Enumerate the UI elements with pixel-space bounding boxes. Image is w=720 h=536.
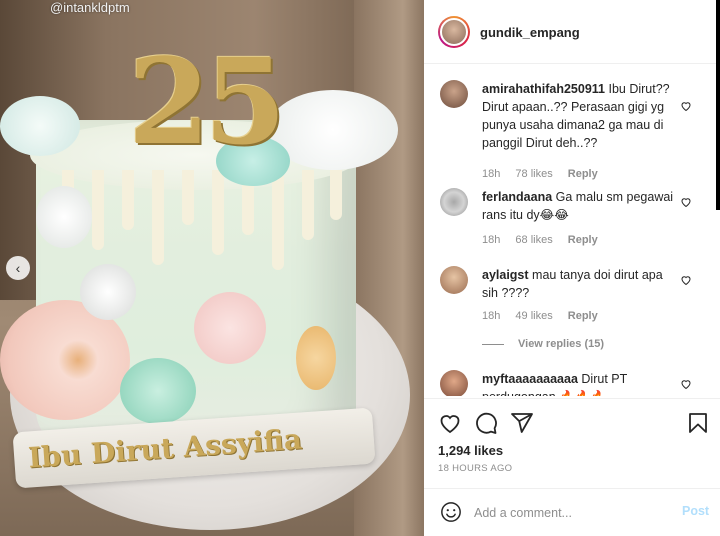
icing-drip bbox=[272, 170, 284, 270]
comment-age: 18h bbox=[482, 234, 501, 246]
bookmark-icon[interactable] bbox=[686, 411, 710, 435]
sugar-flower bbox=[296, 326, 336, 390]
sugar-flower bbox=[120, 358, 196, 424]
commenter-username[interactable]: myftaaaaaaaaaa bbox=[482, 372, 578, 386]
comment-text: amirahathifah250911 Ibu Dirut?? Dirut ap… bbox=[482, 80, 678, 152]
add-comment-bar: Post bbox=[424, 488, 720, 536]
commenter-username[interactable]: ferlandaana bbox=[482, 190, 552, 204]
post-sidebar: gundik_empang amirahathifah250911 Ibu Di… bbox=[424, 0, 720, 536]
view-replies-button[interactable]: View replies (15) bbox=[482, 338, 604, 350]
reply-button[interactable]: Reply bbox=[568, 310, 598, 322]
icing-drip bbox=[122, 170, 134, 230]
post-actions: 1,294 likes 18 HOURS AGO bbox=[424, 398, 720, 488]
icing-drip bbox=[302, 170, 314, 240]
comment-input[interactable] bbox=[474, 503, 654, 523]
icing-drip bbox=[92, 170, 104, 250]
heart-icon[interactable] bbox=[680, 274, 692, 289]
scrollbar[interactable] bbox=[716, 0, 720, 210]
photo-watermark: @intankldptm bbox=[50, 0, 130, 15]
commenter-avatar[interactable] bbox=[440, 80, 468, 108]
post-header: gundik_empang bbox=[424, 0, 720, 64]
commenter-username[interactable]: amirahathifah250911 bbox=[482, 82, 605, 96]
comment-meta: 18h 78 likes Reply bbox=[482, 168, 610, 180]
commenter-avatar[interactable] bbox=[440, 370, 468, 396]
comment-text: aylaigst mau tanya doi dirut apa sih ???… bbox=[482, 266, 678, 302]
comment-text: myftaaaaaaaaaa Dirut PT perdugongan 🔥🔥🔥 bbox=[482, 370, 678, 396]
commenter-username[interactable]: aylaigst bbox=[482, 268, 529, 282]
heart-icon[interactable] bbox=[680, 196, 692, 211]
comment-age: 18h bbox=[482, 168, 501, 180]
icing-drip bbox=[182, 170, 194, 225]
sugar-flower bbox=[194, 292, 266, 364]
comment-icon[interactable] bbox=[474, 411, 498, 435]
share-icon[interactable] bbox=[510, 411, 534, 435]
comment-text: ferlandaana Ga malu sm pegawai rans itu … bbox=[482, 188, 678, 224]
sugar-shell bbox=[80, 264, 136, 320]
post-button[interactable]: Post bbox=[682, 504, 709, 518]
comment-age: 18h bbox=[482, 310, 501, 322]
comment-likes[interactable]: 78 likes bbox=[515, 168, 552, 180]
heart-icon[interactable] bbox=[680, 378, 692, 393]
sugar-flower bbox=[0, 96, 80, 156]
reply-button[interactable]: Reply bbox=[568, 234, 598, 246]
cake-topper-number: 25 bbox=[128, 32, 286, 171]
likes-count[interactable]: 1,294 likes bbox=[438, 443, 503, 458]
instagram-post-modal: 25 Ibu Dirut Assyifia @intankldptm ‹ gun… bbox=[0, 0, 720, 536]
comment-meta: 18h 49 likes Reply bbox=[482, 310, 610, 322]
comment-likes[interactable]: 49 likes bbox=[515, 310, 552, 322]
author-avatar[interactable] bbox=[438, 16, 470, 48]
heart-icon[interactable] bbox=[680, 100, 692, 115]
comment-meta: 18h 68 likes Reply bbox=[482, 234, 610, 246]
post-photo[interactable]: 25 Ibu Dirut Assyifia @intankldptm ‹ bbox=[0, 0, 424, 536]
view-replies-label: View replies (15) bbox=[518, 338, 605, 350]
comments-list[interactable]: amirahathifah250911 Ibu Dirut?? Dirut ap… bbox=[424, 66, 720, 396]
reply-button[interactable]: Reply bbox=[568, 168, 598, 180]
emoji-icon[interactable] bbox=[440, 501, 462, 523]
commenter-avatar[interactable] bbox=[440, 188, 468, 216]
chevron-left-icon[interactable]: ‹ bbox=[6, 256, 30, 280]
icing-drip bbox=[330, 170, 342, 220]
icing-drip bbox=[212, 170, 224, 255]
post-timestamp: 18 HOURS AGO bbox=[438, 463, 513, 474]
sugar-flower bbox=[36, 186, 92, 248]
divider-line bbox=[482, 343, 504, 345]
commenter-avatar[interactable] bbox=[440, 266, 468, 294]
author-username[interactable]: gundik_empang bbox=[480, 25, 580, 40]
heart-icon[interactable] bbox=[438, 411, 462, 435]
icing-drip bbox=[152, 170, 164, 265]
comment-likes[interactable]: 68 likes bbox=[515, 234, 552, 246]
